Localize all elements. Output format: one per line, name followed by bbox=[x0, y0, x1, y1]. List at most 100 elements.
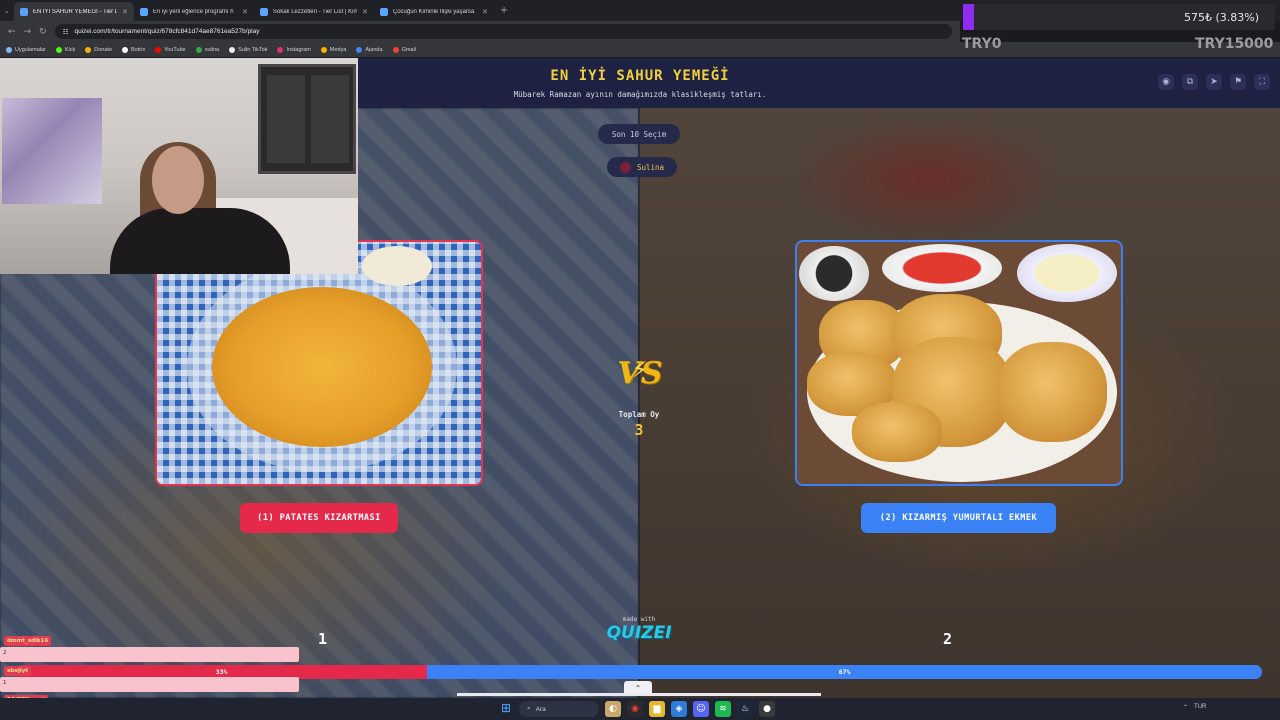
bookmark-item[interactable]: Botrix bbox=[122, 46, 145, 53]
chat-message: 1 bbox=[0, 677, 299, 692]
url-field[interactable]: ☷ quizei.com/tr/tournament/quiz/678cfc84… bbox=[54, 24, 952, 39]
eye-icon[interactable]: ◉ bbox=[1158, 74, 1174, 90]
tray-chevron-icon[interactable]: ⌃ bbox=[1183, 704, 1188, 711]
bookmark-favicon-icon bbox=[55, 46, 62, 53]
bookmark-favicon-icon bbox=[392, 46, 399, 53]
avatar bbox=[619, 161, 631, 173]
bookmark-favicon-icon bbox=[229, 46, 236, 53]
bookmark-label: Medya bbox=[329, 46, 347, 53]
system-tray: ⌃ TUR bbox=[1183, 704, 1206, 711]
browser-tab[interactable]: Çocuğun Kiminle İlişki yaşarsa ✕ bbox=[374, 2, 494, 21]
taskbar-search[interactable]: ⌕ Ara bbox=[519, 701, 599, 717]
bookmark-item[interactable]: Gmail bbox=[392, 46, 416, 53]
tab-favicon-icon bbox=[139, 7, 148, 16]
total-votes-value: 3 bbox=[634, 421, 644, 439]
window-pane bbox=[311, 75, 349, 163]
donation-goal-start: TRY0 bbox=[962, 36, 1002, 52]
bookmark-favicon-icon bbox=[356, 46, 363, 53]
tab-title: EN İYİ SAHUR YEMEĞİ - Tier List bbox=[32, 8, 117, 15]
forward-icon[interactable]: → bbox=[24, 27, 32, 37]
taskbar-search-placeholder: Ara bbox=[535, 705, 546, 713]
bottom-indicator bbox=[457, 693, 821, 696]
chat-message-text: 2 bbox=[3, 650, 7, 656]
streamer-face bbox=[152, 146, 204, 214]
tab-title: Sokak Lezzetleri - Tier List | Kim bbox=[272, 8, 357, 15]
browser-tab[interactable]: EN İYİ SAHUR YEMEĞİ - Tier List ✕ bbox=[13, 2, 134, 21]
browser-tab[interactable]: En iyi yerli eğlence programı h ✕ bbox=[134, 2, 254, 21]
bookmark-item[interactable]: sulina bbox=[195, 46, 220, 53]
bookmark-label: sulina bbox=[204, 46, 220, 53]
bookmark-item[interactable]: Ajanda bbox=[356, 46, 383, 53]
bookmark-favicon-icon bbox=[85, 46, 92, 53]
last-picks-button[interactable]: Son 10 Seçim bbox=[598, 124, 680, 144]
quizei-logo[interactable]: QUIZEI bbox=[598, 623, 680, 643]
left-choice-card[interactable] bbox=[155, 240, 483, 486]
back-icon[interactable]: ← bbox=[8, 27, 16, 37]
bookmark-favicon-icon bbox=[195, 46, 202, 53]
bookmark-favicon-icon bbox=[122, 46, 129, 53]
flag-icon[interactable]: ⚑ bbox=[1230, 74, 1246, 90]
bookmark-item[interactable]: Sulin TikTok bbox=[229, 46, 267, 53]
bookmark-item[interactable]: Donate bbox=[85, 46, 113, 53]
bookmarks-bar: Uygulamalar Kick Donate Botrix YouTube sulina… bbox=[0, 42, 1280, 57]
spotify-icon[interactable]: ≋ bbox=[715, 701, 731, 717]
tab-search-icon[interactable]: ⌄ bbox=[4, 7, 10, 15]
steam-icon[interactable]: ♨ bbox=[737, 701, 753, 717]
reload-icon[interactable]: ↻ bbox=[39, 27, 47, 37]
webcam-overlay bbox=[0, 58, 358, 274]
center-divider bbox=[638, 108, 640, 698]
chrome-icon[interactable]: ◉ bbox=[627, 701, 643, 717]
cheese-bowl bbox=[1017, 244, 1117, 302]
site-info-icon[interactable]: ☷ bbox=[63, 28, 69, 36]
bookmark-item[interactable]: Uygulamalar bbox=[6, 46, 46, 53]
chat-username: sbejiyt bbox=[4, 666, 31, 676]
made-with-label: made with bbox=[622, 616, 656, 623]
url-text: quizei.com/tr/tournament/quiz/678cfc841d… bbox=[74, 28, 260, 35]
mayo-bowl bbox=[362, 246, 432, 286]
folder-icon[interactable]: ▆ bbox=[649, 701, 665, 717]
right-choice-card[interactable] bbox=[795, 240, 1123, 486]
last-pick-username: Sulina bbox=[636, 162, 665, 172]
donation-goal-value: 575₺ (3.83%) bbox=[1183, 10, 1259, 24]
close-icon[interactable]: ✕ bbox=[122, 8, 128, 16]
bookmark-favicon-icon bbox=[6, 46, 12, 53]
chat-message-text: 1 bbox=[3, 680, 7, 686]
vpn-icon[interactable]: ◈ bbox=[671, 701, 687, 717]
bookmark-favicon-icon bbox=[277, 46, 284, 53]
new-tab-button[interactable]: + bbox=[500, 5, 508, 16]
news-widget-icon[interactable]: ◐ bbox=[605, 701, 621, 717]
olives-bowl bbox=[799, 246, 869, 301]
toast-slice bbox=[852, 402, 942, 462]
search-icon: ⌕ bbox=[527, 705, 531, 712]
bookmark-item[interactable]: Kick bbox=[55, 46, 76, 53]
right-choice-button[interactable]: (2) KIZARMIŞ YUMURTALI EKMEK bbox=[861, 503, 1056, 533]
left-choice-button[interactable]: (1) PATATES KIZARTMASI bbox=[240, 503, 398, 533]
right-rank: 2 bbox=[943, 630, 953, 648]
left-rank: 1 bbox=[318, 630, 328, 648]
send-icon[interactable]: ➤ bbox=[1206, 74, 1222, 90]
close-icon[interactable]: ✕ bbox=[482, 8, 488, 16]
chat-message: 2 bbox=[0, 647, 299, 662]
address-bar: ← → ↻ ☷ quizei.com/tr/tournament/quiz/67… bbox=[0, 21, 960, 42]
bookmark-label: Kick bbox=[64, 46, 76, 53]
tab-favicon-icon bbox=[259, 7, 268, 16]
windows-taskbar: ⊞ ⌕ Ara ◐ ◉ ▆ ◈ ☺ ≋ ♨ ● ⌃ TUR bbox=[0, 698, 1280, 720]
obs-icon[interactable]: ● bbox=[759, 701, 775, 717]
bookmark-item[interactable]: YouTube bbox=[155, 46, 186, 53]
bookmark-label: Donate bbox=[94, 46, 113, 53]
bookmark-label: Gmail bbox=[401, 46, 416, 53]
expand-icon[interactable]: ⛶ bbox=[1254, 74, 1270, 90]
discord-icon[interactable]: ☺ bbox=[693, 701, 709, 717]
windows-start-icon[interactable]: ⊞ bbox=[501, 701, 515, 715]
bookmark-item[interactable]: Medya bbox=[320, 46, 347, 53]
browser-tab[interactable]: Sokak Lezzetleri - Tier List | Kim ✕ bbox=[254, 2, 374, 21]
close-icon[interactable]: ✕ bbox=[242, 8, 248, 16]
bookmark-item[interactable]: Instagram bbox=[277, 46, 311, 53]
tray-language[interactable]: TUR bbox=[1194, 704, 1206, 711]
room-window bbox=[258, 64, 356, 174]
copy-icon[interactable]: ⧉ bbox=[1182, 74, 1198, 90]
bookmark-favicon-icon bbox=[155, 46, 162, 53]
close-icon[interactable]: ✕ bbox=[362, 8, 368, 16]
tab-title: Çocuğun Kiminle İlişki yaşarsa bbox=[392, 8, 475, 15]
bookmark-favicon-icon bbox=[320, 46, 327, 53]
